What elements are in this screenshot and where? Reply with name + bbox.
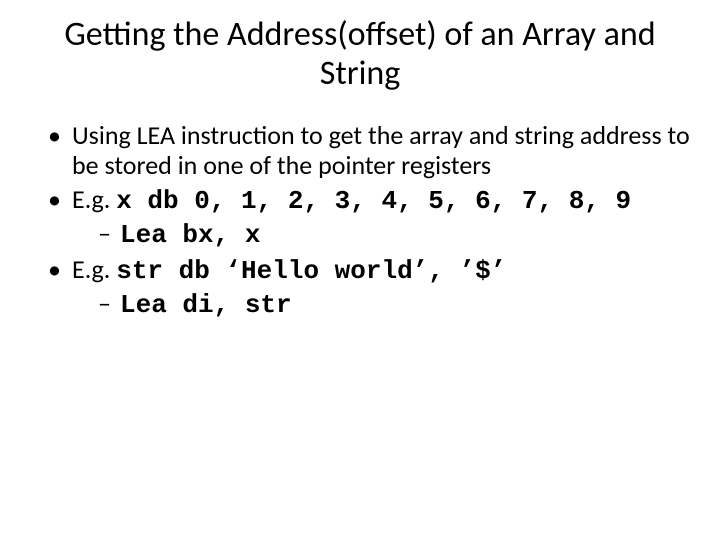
bullet-2-prefix: E.g. [72,183,116,215]
bullet-3: E.g. str db ‘Hello world’, ’$’ Lea di, s… [48,255,690,321]
bullet-3-sub: Lea di, str [98,289,690,321]
bullet-3-sub-code: Lea di, str [120,290,292,320]
bullet-2-sub: Lea bx, x [98,219,690,251]
bullet-3-code: str db ‘Hello world’, ’$’ [116,256,506,286]
bullet-3-prefix: E.g. [72,253,116,285]
bullet-1: Using LEA instruction to get the array a… [48,121,690,181]
slide-body: Using LEA instruction to get the array a… [30,121,690,320]
bullet-2-code: x db 0, 1, 2, 3, 4, 5, 6, 7, 8, 9 [116,186,631,216]
bullet-2-sub-code: Lea bx, x [120,220,260,250]
slide-title: Getting the Address(offset) of an Array … [30,15,690,93]
bullet-2: E.g. x db 0, 1, 2, 3, 4, 5, 6, 7, 8, 9 L… [48,185,690,251]
